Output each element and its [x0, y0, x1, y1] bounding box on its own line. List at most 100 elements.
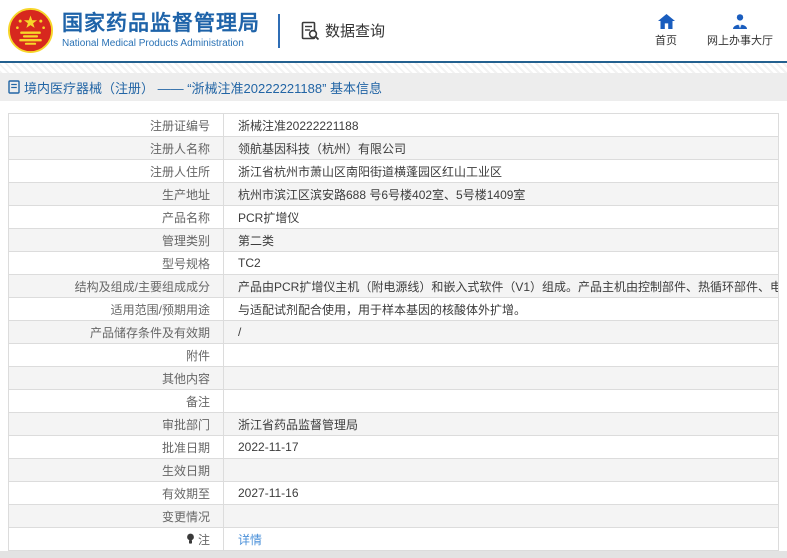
row-value-text: 领航基因科技（杭州）有限公司: [238, 141, 407, 156]
hatch-strip: [0, 63, 787, 74]
site-header: 国家药品监督管理局 National Medical Products Admi…: [0, 0, 787, 62]
row-value: TC2: [223, 252, 778, 275]
row-value-text: 第二类: [238, 233, 275, 248]
row-label: 型号规格: [9, 252, 223, 274]
person-icon: [733, 13, 747, 29]
row-value: 浙江省药品监督管理局: [223, 413, 778, 436]
row-label-text: 有效期至: [161, 486, 210, 501]
row-label: 注册人住所: [9, 160, 223, 182]
row-value: [223, 344, 778, 367]
table-row: 结构及组成/主要组成成分 产品由PCR扩增仪主机（附电源线）和嵌入式软件（V1）组…: [9, 275, 778, 299]
row-value-text: TC2: [238, 256, 261, 271]
row-label: 备注: [9, 390, 223, 412]
table-row: 产品名称 PCR扩增仪: [9, 206, 778, 230]
row-value-text: 2027-11-16: [238, 486, 299, 501]
breadcrumb: 境内医疗器械（注册） —— “浙械注准20222221188” 基本信息: [0, 73, 787, 102]
footer-strip: [0, 551, 787, 558]
bulb-icon: [186, 533, 195, 545]
row-label-text: 生产地址: [161, 187, 210, 202]
row-value: 浙械注准20222221188: [223, 114, 778, 137]
main-content: 注册证编号 浙械注准20222221188 注册人名称 领航基因科技（杭州）有限公司注…: [0, 101, 787, 552]
row-label-text: 审批部门: [161, 417, 210, 432]
row-value-text: 2022-11-17: [238, 440, 299, 455]
row-value: 第二类: [223, 229, 778, 252]
row-value: 与适配试剂配合使用，用于样本基因的核酸体外扩增。: [223, 298, 778, 321]
row-label-text: 附件: [185, 348, 210, 363]
nav-home-label: 首页: [655, 34, 677, 47]
nav-service-hall[interactable]: 网上办事大厅: [707, 13, 773, 48]
row-value: [223, 390, 778, 413]
table-row: 备注: [9, 390, 778, 414]
row-label: 注册证编号: [9, 114, 223, 136]
nav-service-hall-label: 网上办事大厅: [707, 34, 773, 47]
row-label-text: 生效日期: [161, 463, 210, 478]
data-query-nav[interactable]: 数据查询: [300, 20, 385, 41]
row-label-text: 注册人住所: [149, 164, 210, 179]
row-value: [223, 367, 778, 390]
row-value: [223, 505, 778, 528]
nav-home[interactable]: 首页: [655, 13, 677, 48]
row-label-text: 型号规格: [161, 256, 210, 271]
row-label-text: 产品名称: [161, 210, 210, 225]
row-value: 详情: [223, 528, 778, 551]
row-value: /: [223, 321, 778, 344]
row-label: 其他内容: [9, 367, 223, 389]
row-label: 适用范围/预期用途: [9, 298, 223, 320]
row-label-text: 其他内容: [161, 371, 210, 386]
top-nav: 首页 网上办事大厅: [655, 13, 773, 48]
row-value-text: 浙江省药品监督管理局: [238, 417, 359, 432]
details-link[interactable]: 详情: [238, 531, 262, 548]
table-row: 审批部门 浙江省药品监督管理局: [9, 413, 778, 437]
row-label: 管理类别: [9, 229, 223, 251]
row-label: 产品名称: [9, 206, 223, 228]
row-label: 生产地址: [9, 183, 223, 205]
table-row: 生效日期: [9, 459, 778, 483]
row-label-text: 适用范围/预期用途: [110, 302, 210, 317]
document-search-icon: [301, 21, 320, 40]
row-label-text: 变更情况: [161, 509, 210, 524]
row-label-text: 结构及组成/主要组成成分: [74, 279, 210, 294]
row-value-text: 产品由PCR扩增仪主机（附电源线）和嵌入式软件（V1）组成。产品主机由控制部件、…: [238, 279, 778, 294]
table-row: 注册人住所 浙江省杭州市萧山区南阳街道横蓬园区红山工业区: [9, 160, 778, 184]
header-divider: [278, 13, 280, 48]
table-row: 管理类别 第二类: [9, 229, 778, 253]
row-label: 结构及组成/主要组成成分: [9, 275, 223, 297]
row-label: 有效期至: [9, 482, 223, 504]
table-row: 批准日期 2022-11-17: [9, 436, 778, 460]
breadcrumb-text: 境内医疗器械（注册） —— “浙械注准20222221188” 基本信息: [24, 80, 383, 96]
document-icon: [8, 80, 20, 94]
page: 国家药品监督管理局 National Medical Products Admi…: [0, 0, 787, 558]
row-value: 杭州市滨江区滨安路688 号6号楼402室、5号楼1409室: [223, 183, 778, 206]
row-label-text: 注册人名称: [149, 141, 210, 156]
row-label-text: 注: [197, 532, 210, 547]
row-label-text: 管理类别: [161, 233, 210, 248]
table-row: 附件: [9, 344, 778, 368]
home-icon: [657, 13, 675, 29]
row-value: 2022-11-17: [223, 436, 778, 459]
table-row: 变更情况: [9, 505, 778, 529]
row-value-text: 浙江省杭州市萧山区南阳街道横蓬园区红山工业区: [238, 164, 503, 179]
row-label-text: 备注: [185, 394, 210, 409]
row-label-text: 产品储存条件及有效期: [89, 325, 210, 340]
row-label: 产品储存条件及有效期: [9, 321, 223, 343]
data-query-label: 数据查询: [325, 23, 386, 41]
row-label: 附件: [9, 344, 223, 366]
bulb-icon: [187, 533, 194, 544]
row-label: 批准日期: [9, 436, 223, 458]
row-label: 注: [9, 528, 223, 550]
row-value-text: /: [238, 325, 242, 340]
table-row: 适用范围/预期用途 与适配试剂配合使用，用于样本基因的核酸体外扩增。: [9, 298, 778, 322]
row-value: [223, 459, 778, 482]
row-value-text: 浙械注准20222221188: [238, 118, 359, 133]
row-label: 生效日期: [9, 459, 223, 481]
org-name-cn: 国家药品监督管理局: [62, 12, 260, 36]
table-row: 其他内容: [9, 367, 778, 391]
row-value: 浙江省杭州市萧山区南阳街道横蓬园区红山工业区: [223, 160, 778, 183]
row-value: PCR扩增仪: [223, 206, 778, 229]
row-value: 产品由PCR扩增仪主机（附电源线）和嵌入式软件（V1）组成。产品主机由控制部件、…: [223, 275, 778, 298]
row-label-text: 注册证编号: [149, 118, 210, 133]
nmpa-logo[interactable]: 国家药品监督管理局 National Medical Products Admi…: [8, 8, 260, 54]
row-label-text: 批准日期: [161, 440, 210, 455]
row-value-text: 与适配试剂配合使用，用于样本基因的核酸体外扩增。: [238, 302, 527, 317]
national-emblem-icon: [8, 8, 53, 54]
